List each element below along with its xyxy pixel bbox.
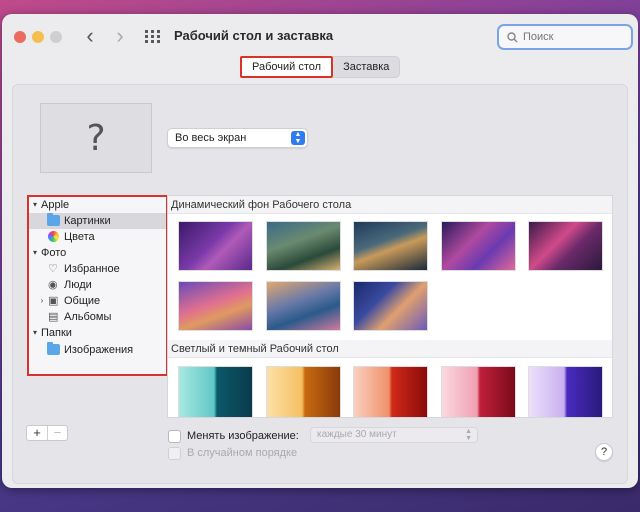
search-icon bbox=[507, 31, 518, 42]
chevron-updown-icon: ▲ ▼ bbox=[465, 428, 472, 442]
random-order-checkbox[interactable] bbox=[168, 446, 181, 460]
sidebar-group-photos[interactable]: ▾ Фото bbox=[29, 245, 166, 261]
sidebar-item-images[interactable]: Изображения bbox=[29, 342, 166, 358]
chevron-down-icon[interactable]: ▾ bbox=[30, 197, 40, 213]
change-picture-checkbox[interactable] bbox=[168, 429, 181, 443]
window-title: Рабочий стол и заставка bbox=[174, 28, 334, 43]
wallpaper-thumbnail[interactable] bbox=[178, 366, 253, 417]
wallpaper-thumbnail[interactable] bbox=[353, 281, 428, 331]
fit-mode-value: Во весь экран bbox=[175, 132, 247, 144]
chevron-right-icon[interactable]: › bbox=[37, 293, 47, 309]
change-picture-label: Менять изображение: bbox=[187, 430, 299, 442]
wallpaper-thumbnail[interactable] bbox=[266, 281, 341, 331]
question-mark-icon: ? bbox=[86, 117, 106, 159]
sidebar-item-colors[interactable]: Цвета bbox=[29, 229, 166, 245]
wallpaper-thumbnail[interactable] bbox=[441, 366, 516, 417]
change-picture-row: Менять изображение: bbox=[168, 428, 299, 444]
search-field[interactable] bbox=[497, 24, 633, 50]
title-bar: ‹ › Рабочий стол и заставка bbox=[2, 14, 638, 58]
wallpaper-thumbnail[interactable] bbox=[178, 221, 253, 271]
random-order-row: В случайном порядке bbox=[168, 446, 297, 460]
folder-add-remove-control: + − bbox=[26, 425, 68, 441]
fit-mode-select[interactable]: Во весь экран ▲ ▼ bbox=[167, 128, 308, 148]
chevron-updown-icon: ▲ ▼ bbox=[291, 131, 305, 145]
zoom-window-button[interactable] bbox=[50, 31, 62, 43]
tab-screensaver[interactable]: Заставка bbox=[333, 56, 401, 78]
shared-icon: ▣ bbox=[48, 294, 59, 307]
source-sidebar: ▾ Apple Картинки Цвета ▾ Фото ♡ Избранно… bbox=[27, 195, 168, 376]
wallpaper-thumbnail[interactable] bbox=[528, 221, 603, 271]
heart-icon: ♡ bbox=[48, 262, 58, 275]
folder-icon bbox=[47, 342, 60, 355]
sidebar-group-apple[interactable]: ▾ Apple bbox=[29, 197, 166, 213]
chevron-down-icon[interactable]: ▾ bbox=[30, 245, 40, 261]
sidebar-item-shared[interactable]: › ▣ Общие bbox=[29, 293, 166, 309]
sidebar-item-pictures[interactable]: Картинки bbox=[29, 213, 166, 229]
wallpaper-thumbnail[interactable] bbox=[353, 221, 428, 271]
forward-button[interactable]: › bbox=[110, 24, 130, 48]
tab-bar: Рабочий стол Заставка bbox=[240, 56, 401, 78]
section-dynamic-header: Динамический фон Рабочего стола bbox=[168, 196, 612, 214]
wallpaper-thumbnail[interactable] bbox=[353, 366, 428, 417]
tab-desktop[interactable]: Рабочий стол bbox=[240, 56, 334, 78]
minimize-window-button[interactable] bbox=[32, 31, 44, 43]
show-all-grid-icon[interactable] bbox=[145, 30, 161, 44]
remove-folder-button[interactable]: − bbox=[47, 426, 67, 440]
chevron-down-icon[interactable]: ▾ bbox=[30, 325, 40, 341]
wallpaper-thumbnail[interactable] bbox=[178, 281, 253, 331]
wallpaper-thumbnail[interactable] bbox=[441, 221, 516, 271]
change-interval-select[interactable]: каждые 30 минут ▲ ▼ bbox=[310, 427, 478, 443]
sidebar-item-albums[interactable]: ▤ Альбомы bbox=[29, 309, 166, 325]
sidebar-item-people[interactable]: ◉ Люди bbox=[29, 277, 166, 293]
sidebar-group-folders[interactable]: ▾ Папки bbox=[29, 325, 166, 341]
sidebar-item-favorites[interactable]: ♡ Избранное bbox=[29, 261, 166, 277]
help-button[interactable]: ? bbox=[595, 443, 613, 461]
wallpaper-thumbnail[interactable] bbox=[266, 221, 341, 271]
search-input[interactable] bbox=[523, 31, 623, 43]
close-window-button[interactable] bbox=[14, 31, 26, 43]
wallpaper-thumbnail[interactable] bbox=[266, 366, 341, 417]
change-interval-value: каждые 30 минут bbox=[317, 429, 397, 440]
person-icon: ◉ bbox=[48, 278, 58, 291]
add-folder-button[interactable]: + bbox=[27, 426, 47, 440]
section-light-dark-header: Светлый и темный Рабочий стол bbox=[168, 340, 612, 358]
wallpaper-preview: ? bbox=[40, 103, 152, 173]
album-icon: ▤ bbox=[48, 310, 59, 323]
color-wheel-icon bbox=[48, 231, 59, 242]
back-button[interactable]: ‹ bbox=[80, 24, 100, 48]
random-order-label: В случайном порядке bbox=[187, 447, 298, 459]
wallpaper-thumbnail[interactable] bbox=[528, 366, 603, 417]
folder-icon bbox=[47, 213, 60, 226]
wallpaper-grid: Динамический фон Рабочего стола Светлый … bbox=[167, 195, 613, 418]
